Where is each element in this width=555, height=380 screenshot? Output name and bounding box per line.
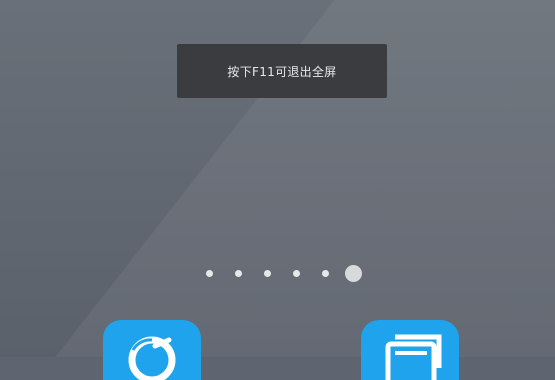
files-icon — [385, 334, 442, 380]
page-dot[interactable] — [264, 270, 271, 277]
browser-icon — [128, 336, 176, 380]
browser-app-icon[interactable] — [103, 320, 201, 380]
files-app-icon[interactable] — [361, 320, 459, 380]
page-dot[interactable] — [206, 270, 213, 277]
page-dot[interactable] — [235, 270, 242, 277]
page-indicator — [0, 264, 555, 284]
toast-text: 按下F11可退出全屏 — [227, 64, 337, 79]
fullscreen-exit-toast: 按下F11可退出全屏 — [177, 44, 387, 98]
page-dot[interactable] — [322, 270, 329, 277]
page-dot[interactable] — [293, 270, 300, 277]
page-dot-active[interactable] — [345, 265, 362, 282]
